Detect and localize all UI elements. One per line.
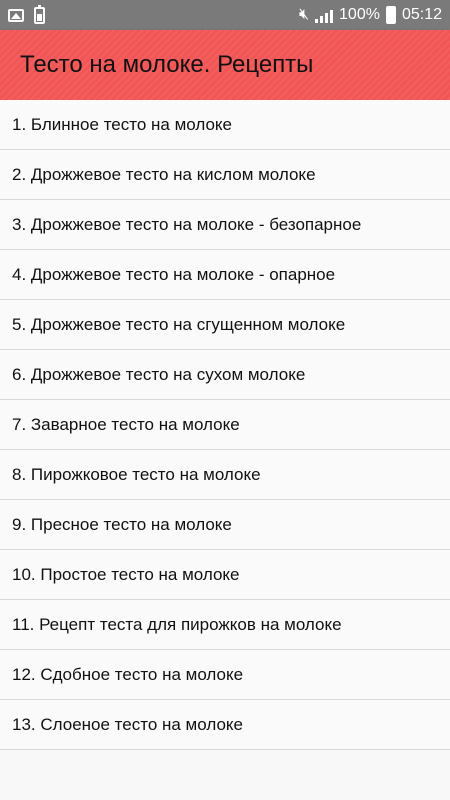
recipe-list: 1. Блинное тесто на молоке 2. Дрожжевое …	[0, 100, 450, 750]
list-item[interactable]: 7. Заварное тесто на молоке	[0, 400, 450, 450]
notification-icons	[8, 4, 45, 24]
list-item[interactable]: 12. Сдобное тесто на молоке	[0, 650, 450, 700]
signal-icon	[315, 8, 334, 23]
list-item[interactable]: 13. Слоеное тесто на молоке	[0, 700, 450, 750]
list-item[interactable]: 5. Дрожжевое тесто на сгущенном молоке	[0, 300, 450, 350]
mute-icon: 🔇︎	[298, 6, 310, 23]
list-item[interactable]: 9. Пресное тесто на молоке	[0, 500, 450, 550]
app-toolbar: Тесто на молоке. Рецепты	[0, 30, 450, 100]
list-item[interactable]: 10. Простое тесто на молоке	[0, 550, 450, 600]
battery-notification-icon	[34, 4, 45, 24]
list-item[interactable]: 2. Дрожжевое тесто на кислом молоке	[0, 150, 450, 200]
list-item[interactable]: 3. Дрожжевое тесто на молоке - безопарно…	[0, 200, 450, 250]
clock: 05:12	[401, 6, 442, 23]
list-item[interactable]: 4. Дрожжевое тесто на молоке - опарное	[0, 250, 450, 300]
status-bar: 🔇︎ 100% 05:12	[0, 0, 450, 30]
battery-icon	[385, 6, 396, 24]
list-item[interactable]: 11. Рецепт теста для пирожков на молоке	[0, 600, 450, 650]
system-icons: 🔇︎ 100% 05:12	[299, 6, 442, 24]
page-title: Тесто на молоке. Рецепты	[20, 51, 314, 78]
list-item[interactable]: 1. Блинное тесто на молоке	[0, 100, 450, 150]
list-item[interactable]: 8. Пирожковое тесто на молоке	[0, 450, 450, 500]
image-notification-icon	[8, 8, 24, 22]
battery-percent: 100%	[339, 6, 380, 23]
list-item[interactable]: 6. Дрожжевое тесто на сухом молоке	[0, 350, 450, 400]
